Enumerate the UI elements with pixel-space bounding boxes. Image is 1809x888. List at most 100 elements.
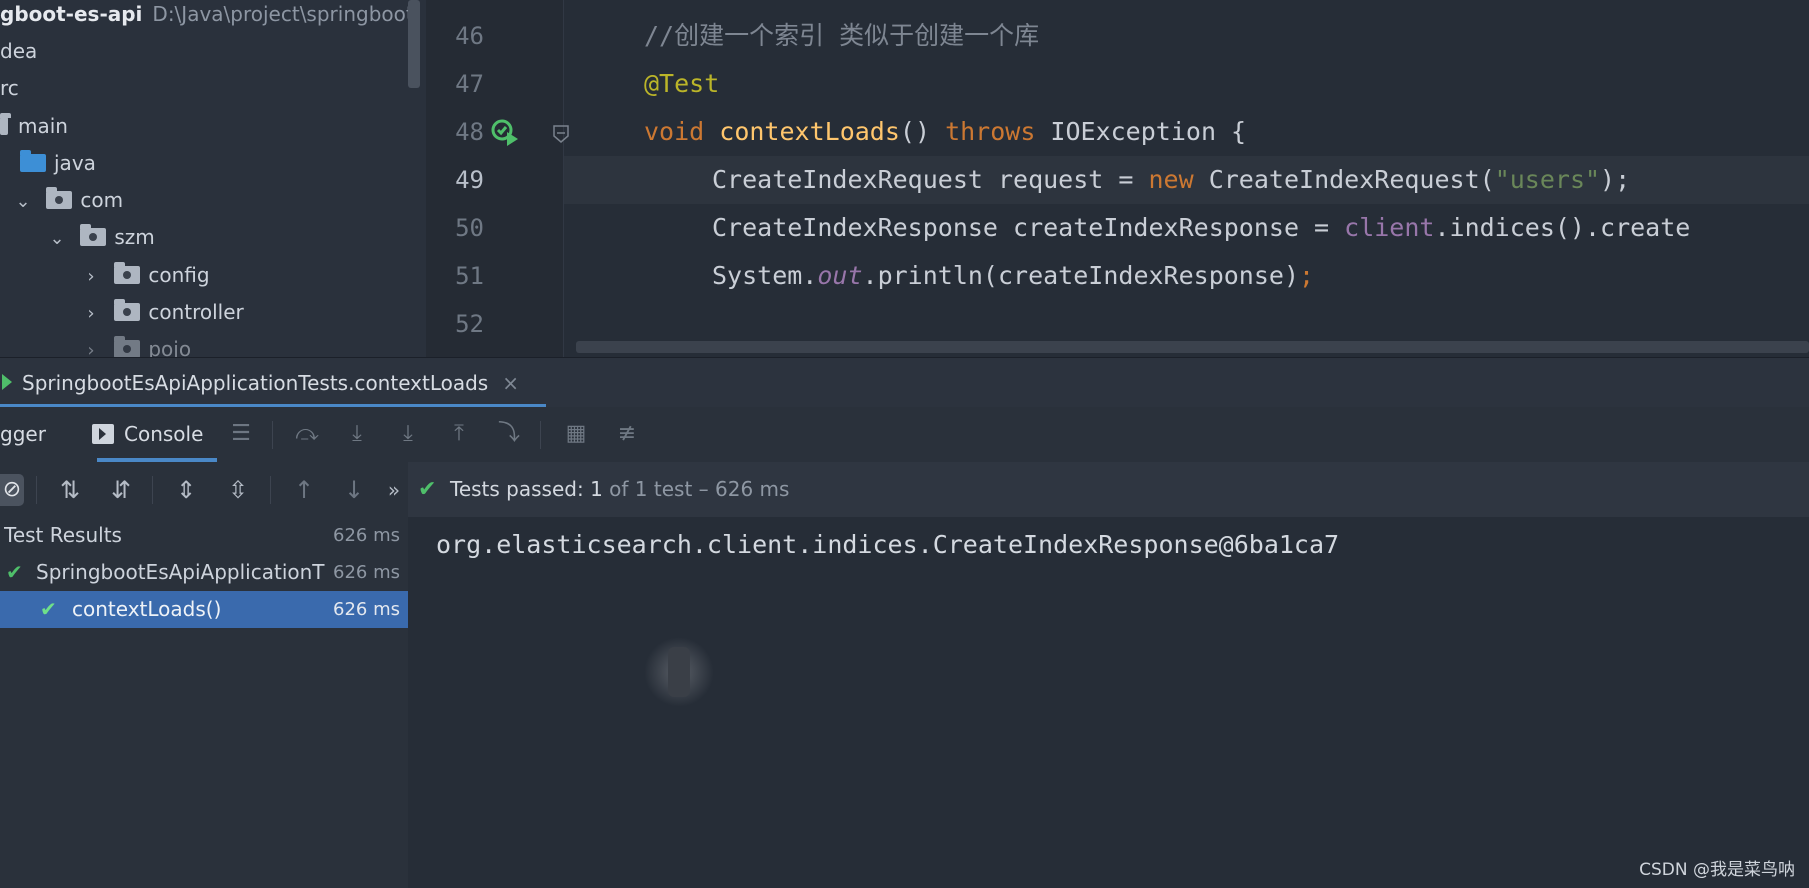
test-results-root[interactable]: Test Results 626 ms	[0, 517, 408, 554]
line-number: 46	[455, 22, 484, 50]
step-out-icon[interactable]: ⤒	[446, 421, 472, 447]
collapse-all-icon[interactable]: ⇳	[224, 476, 252, 504]
wallpaper-figure	[668, 647, 690, 697]
fold-icon[interactable]	[552, 124, 570, 144]
source-folder-icon	[20, 150, 46, 172]
previous-occurrence-icon[interactable]: ↑	[290, 476, 318, 504]
run-test-gutter-icon[interactable]	[490, 118, 520, 148]
separator	[540, 421, 541, 449]
tree-root[interactable]: gboot-es-api D:\Java\project\springboot-	[0, 0, 421, 33]
test-name: contextLoads()	[72, 597, 222, 621]
tree-item-label: rc	[0, 76, 19, 100]
code-line-46: //创建一个索引 类似于创建一个库	[644, 12, 1039, 60]
test-status-text: Tests passed: 1 of 1 test – 626 ms	[450, 462, 789, 517]
code-line-47: @Test	[644, 60, 719, 108]
code-static-field: out	[817, 261, 863, 290]
next-occurrence-icon[interactable]: ↓	[340, 476, 368, 504]
project-tree-panel: gboot-es-api D:\Java\project\springboot- …	[0, 0, 427, 357]
tree-item-label: java	[54, 151, 96, 175]
code-line-50: CreateIndexResponse createIndexResponse …	[712, 204, 1690, 252]
tree-item-config[interactable]: › config	[82, 257, 210, 294]
code-text: CreateIndexRequest request =	[712, 165, 1149, 194]
run-tab-bar: SpringbootEsApiApplicationTests.contextL…	[0, 357, 1809, 408]
tree-item-label: main	[18, 114, 68, 138]
tab-debugger[interactable]: gger	[0, 407, 46, 462]
tree-item-controller[interactable]: › controller	[82, 294, 244, 331]
chevron-down-icon[interactable]: ⌄	[48, 220, 66, 257]
chevron-down-icon[interactable]: ⌄	[14, 183, 32, 220]
package-icon	[114, 299, 141, 321]
more-actions-icon[interactable]: »	[380, 476, 408, 504]
test-duration: 626 ms	[333, 525, 400, 546]
tab-console[interactable]: Console	[124, 407, 203, 462]
show-execution-point-icon[interactable]: ⤼	[294, 421, 320, 447]
run-toolbar: gger Console ☰ ⤼ ⤓ ⤓ ⤒ ⤵ ▦ ≢	[0, 407, 1809, 463]
tree-item-label: pojo	[148, 337, 192, 357]
console-output-panel[interactable]: org.elasticsearch.client.indices.CreateI…	[408, 517, 1809, 888]
code-text: .indices().create	[1434, 213, 1691, 242]
test-toolbar: ⊘ ⇅ ⇵ ⇕ ⇳ ↑ ↓ »	[0, 462, 408, 518]
tree-item-com[interactable]: ⌄ com	[14, 182, 123, 219]
tree-item-java[interactable]: java	[20, 145, 96, 182]
project-name: gboot-es-api	[0, 2, 143, 26]
status-prefix: Tests passed:	[450, 477, 591, 501]
test-class-row[interactable]: ✔ SpringbootEsApiApplicationT 626 ms	[0, 554, 408, 591]
test-name: SpringbootEsApiApplicationT	[36, 560, 325, 584]
editor-gutter: 46 47 48 49 50 51 52	[426, 0, 569, 357]
project-path: D:\Java\project\springboot-	[152, 2, 421, 26]
sort-by-duration-icon[interactable]: ⇵	[107, 476, 135, 504]
check-icon: ✔	[6, 560, 23, 584]
code-text: CreateIndexRequest(	[1193, 165, 1495, 194]
code-line-51: System.out.println(createIndexResponse);	[712, 252, 1314, 300]
folder-icon	[0, 113, 11, 135]
stop-icon[interactable]: ⊘	[0, 474, 24, 506]
chevron-right-icon[interactable]: ›	[82, 295, 100, 332]
code-text: );	[1600, 165, 1631, 194]
tab-run-configuration[interactable]: SpringbootEsApiApplicationTests.contextL…	[0, 358, 519, 408]
trace-icon[interactable]: ≢	[614, 421, 640, 447]
expand-all-icon[interactable]: ⇕	[172, 476, 200, 504]
code-annotation: @Test	[644, 69, 720, 98]
editor-horizontal-scrollbar[interactable]	[576, 341, 1809, 353]
code-text: ()	[899, 117, 946, 146]
menu-icon[interactable]: ☰	[228, 421, 254, 447]
package-icon	[80, 224, 107, 246]
code-line-49: CreateIndexRequest request = new CreateI…	[712, 156, 1630, 204]
tree-item-idea[interactable]: dea	[0, 33, 37, 70]
close-icon[interactable]: ×	[502, 371, 519, 395]
tree-item-main[interactable]: main	[0, 108, 68, 145]
test-duration: 626 ms	[333, 599, 400, 620]
test-name: Test Results	[4, 523, 122, 547]
tree-item-label: szm	[114, 225, 155, 249]
line-number: 47	[455, 70, 484, 98]
tree-item-label: dea	[0, 39, 38, 63]
code-editor[interactable]: 46 47 48 49 50 51 52 //创建一个索引 类似于创建一个库 @…	[426, 0, 1809, 357]
package-icon	[114, 336, 141, 357]
run-to-cursor-icon[interactable]: ⤵	[496, 421, 522, 447]
console-icon	[92, 424, 114, 444]
separator	[152, 476, 153, 504]
project-scrollbar[interactable]	[408, 0, 420, 88]
step-over-icon[interactable]: ⤓	[344, 421, 370, 447]
code-keyword: void	[644, 117, 705, 146]
step-into-icon[interactable]: ⤓	[395, 421, 421, 447]
check-icon: ✔	[418, 477, 437, 502]
tree-item-label: com	[80, 188, 124, 212]
code-text: IOException {	[1035, 117, 1247, 146]
code-text: .println(createIndexResponse)	[862, 261, 1300, 290]
sort-alphabetically-icon[interactable]: ⇅	[56, 476, 84, 504]
code-field: client	[1344, 213, 1435, 242]
test-method-row[interactable]: ✔ contextLoads() 626 ms	[0, 591, 408, 628]
chevron-right-icon[interactable]: ›	[82, 332, 100, 357]
line-number: 48	[455, 118, 484, 146]
tree-item-src[interactable]: rc	[0, 70, 19, 107]
code-keyword: new	[1148, 165, 1194, 194]
status-suffix: of 1 test – 626 ms	[602, 477, 790, 501]
tree-item-pojo[interactable]: › pojo	[82, 331, 191, 357]
watermark-text: CSDN @我是菜鸟呐	[1639, 860, 1795, 880]
evaluate-expression-icon[interactable]: ▦	[563, 421, 589, 447]
separator	[36, 476, 37, 504]
chevron-right-icon[interactable]: ›	[82, 258, 100, 295]
tree-item-szm[interactable]: ⌄ szm	[48, 219, 155, 256]
test-duration: 626 ms	[333, 562, 400, 583]
